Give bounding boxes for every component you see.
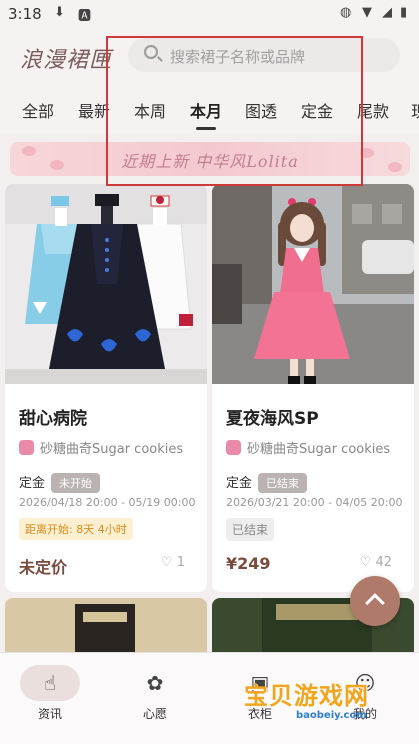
app-logo: 浪漫裙匣 bbox=[20, 48, 113, 73]
sale-dates: 2026/04/18 20:00 - 05/19 00:00 bbox=[19, 496, 196, 509]
banner-text: 近期上新 中华风Lolita bbox=[121, 152, 299, 171]
tab-deposit[interactable]: 定金 bbox=[301, 98, 333, 122]
tab-preview[interactable]: 图透 bbox=[245, 98, 277, 122]
header: 浪漫裙匣 搜索裙子名称或品牌 bbox=[0, 28, 419, 86]
product-image bbox=[5, 184, 207, 384]
shop-logo-icon bbox=[226, 440, 241, 455]
shop-logo-icon bbox=[19, 440, 34, 455]
home-indicator bbox=[0, 738, 419, 744]
a-icon: 🅰 bbox=[78, 9, 92, 24]
battery-icon: ▮ bbox=[400, 5, 408, 20]
like-button[interactable]: ♡ 1 bbox=[161, 555, 185, 570]
hand-icon: ☝ bbox=[20, 665, 80, 701]
like-button[interactable]: ♡ 42 bbox=[360, 555, 392, 570]
tab-latest[interactable]: 最新 bbox=[78, 98, 110, 122]
shop-name[interactable]: 砂糖曲奇Sugar cookies bbox=[226, 438, 390, 457]
tab-all[interactable]: 全部 bbox=[22, 98, 54, 122]
signal-icon: ◢ bbox=[382, 5, 392, 20]
sale-dates: 2026/03/21 20:00 - 04/05 20:00 bbox=[226, 496, 403, 509]
watermark-text: 宝贝游戏网 bbox=[244, 682, 369, 710]
price: 未定价 bbox=[19, 558, 68, 577]
status-bar: 3:18 ⬇ 🅰 ◍ ▼ ◢ ▮ bbox=[0, 0, 419, 28]
download-icon: ⬇ bbox=[54, 5, 65, 20]
sale-stage: 定金 已结束 bbox=[226, 472, 308, 493]
nav-news[interactable]: ☝ 资讯 bbox=[0, 665, 100, 722]
tab-instock[interactable]: 现 bbox=[411, 98, 419, 122]
search-icon bbox=[144, 45, 158, 59]
sale-stage: 定金 未开始 bbox=[19, 472, 101, 493]
wifi-icon: ▼ bbox=[362, 5, 372, 20]
price: ¥249 bbox=[226, 554, 271, 573]
watermark: 宝贝游戏网 baobeiy.com bbox=[236, 654, 396, 724]
ended-label: 已结束 bbox=[226, 518, 275, 541]
product-card-peek[interactable] bbox=[5, 598, 207, 658]
product-card[interactable]: 夏夜海风SP 砂糖曲奇Sugar cookies 定金 已结束 2026/03/2… bbox=[212, 184, 414, 592]
heart-icon: ♡ bbox=[359, 555, 376, 570]
tab-month[interactable]: 本月 bbox=[190, 98, 222, 130]
search-bar[interactable]: 搜索裙子名称或品牌 bbox=[128, 38, 400, 72]
active-tab-indicator bbox=[196, 127, 216, 130]
status-badge: 未开始 bbox=[51, 473, 101, 493]
tab-week[interactable]: 本周 bbox=[134, 98, 166, 122]
flower-icon: ✿ bbox=[146, 671, 164, 695]
search-placeholder: 搜索裙子名称或品牌 bbox=[170, 48, 306, 66]
watermark-url: baobeiy.com bbox=[296, 710, 367, 721]
status-badge: 已结束 bbox=[258, 473, 308, 493]
product-title: 夏夜海风SP bbox=[226, 409, 319, 429]
scroll-top-button[interactable] bbox=[350, 576, 400, 626]
product-image bbox=[212, 184, 414, 384]
location-icon: ◍ bbox=[340, 5, 352, 20]
status-time: 3:18 bbox=[8, 5, 42, 23]
countdown-badge: 距离开始: 8天 4小时 bbox=[19, 518, 133, 540]
shop-name[interactable]: 砂糖曲奇Sugar cookies bbox=[19, 438, 183, 457]
product-card[interactable]: 甜心病院 砂糖曲奇Sugar cookies 定金 未开始 2026/04/18 … bbox=[5, 184, 207, 592]
category-tabs: 全部 最新 本周 本月 图透 定金 尾款 现 bbox=[0, 86, 419, 134]
nav-wishlist[interactable]: ✿ 心愿 bbox=[105, 665, 205, 722]
heart-icon: ♡ bbox=[160, 555, 177, 570]
promo-banner[interactable]: 近期上新 中华风Lolita bbox=[10, 142, 410, 176]
tab-balance[interactable]: 尾款 bbox=[357, 98, 389, 122]
product-title: 甜心病院 bbox=[19, 409, 87, 429]
